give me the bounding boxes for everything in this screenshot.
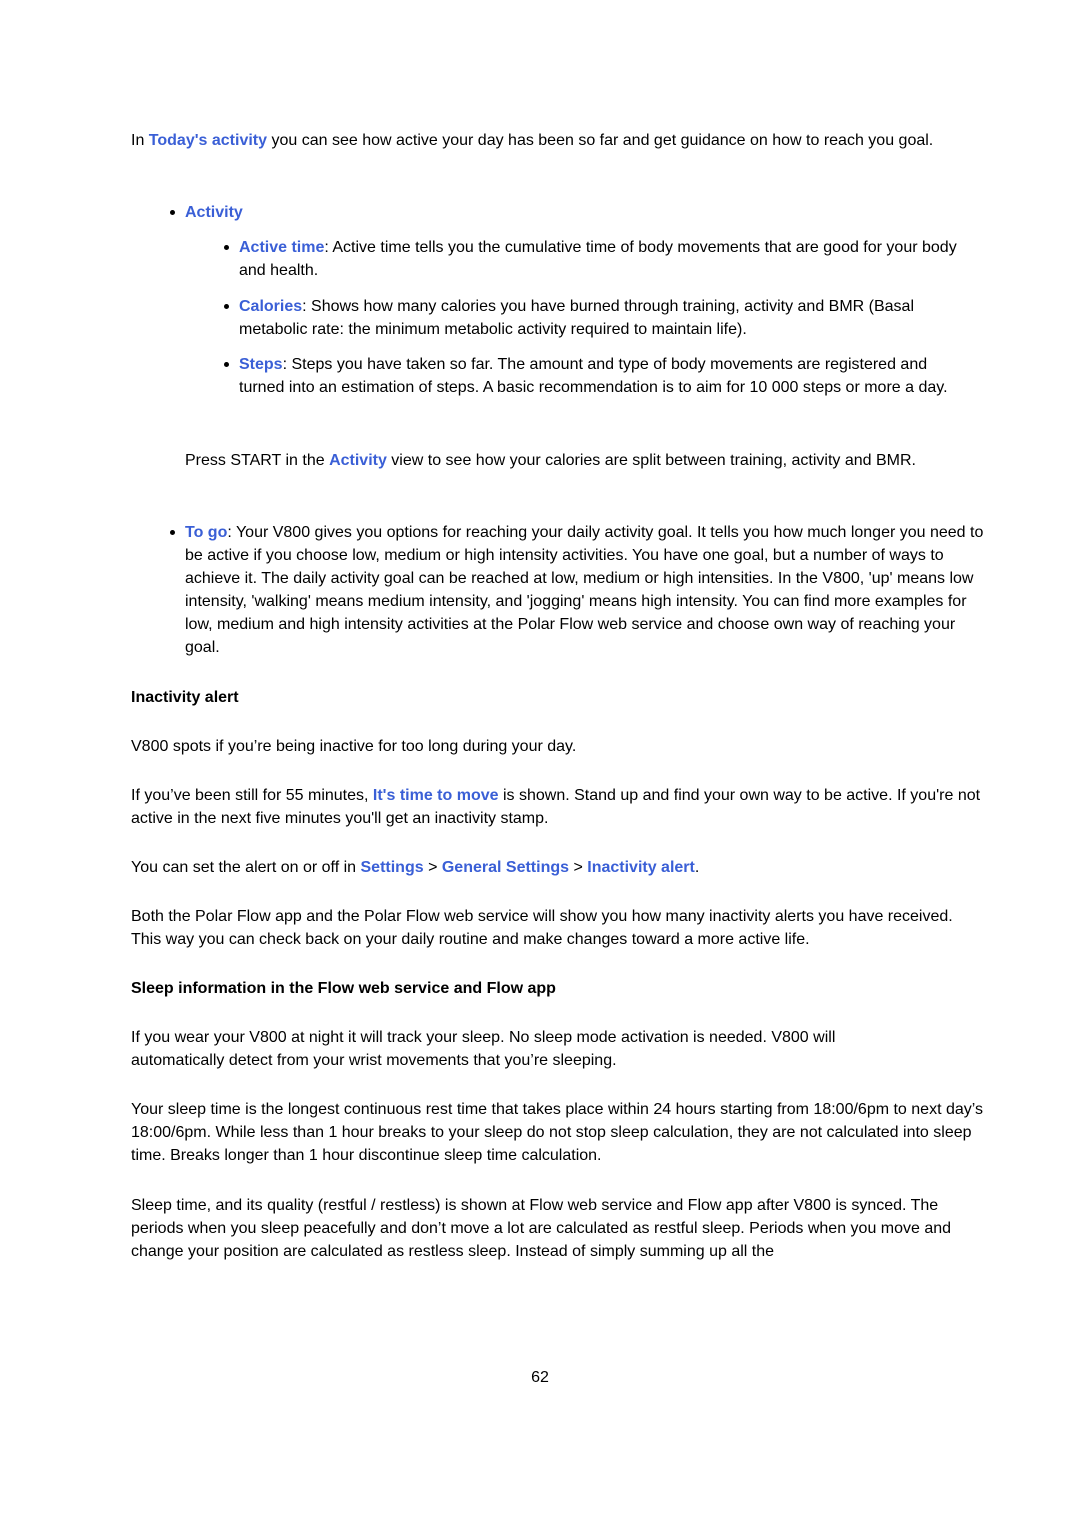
active-time-link[interactable]: Active time	[239, 239, 324, 256]
calories-link[interactable]: Calories	[239, 298, 302, 315]
activity-list-item: Activity	[170, 201, 986, 224]
inactivity-alert-link[interactable]: Inactivity alert	[587, 859, 695, 876]
settings-link[interactable]: Settings	[361, 859, 424, 876]
page-number: 62	[531, 1369, 549, 1386]
activity-heading-link[interactable]: Activity	[185, 204, 243, 221]
steps-link[interactable]: Steps	[239, 356, 283, 373]
calories-item: Calories: Shows how many calories you ha…	[224, 295, 984, 341]
inactivity-paragraph-1: V800 spots if you’re being inactive for …	[131, 738, 577, 755]
activity-note: Press START in the Activity view to see …	[185, 452, 916, 469]
inactivity-paragraph-2: If you’ve been still for 55 minutes, It'…	[131, 787, 981, 827]
inactivity-alert-heading: Inactivity alert	[131, 689, 239, 706]
sleep-information-heading: Sleep information in the Flow web servic…	[131, 980, 556, 997]
active-time-item: Active time: Active time tells you the c…	[224, 236, 984, 282]
sleep-paragraph-1: If you wear your V800 at night it will t…	[131, 1029, 836, 1069]
sleep-paragraph-3: Sleep time, and its quality (restful / r…	[131, 1197, 952, 1260]
inactivity-settings-path: You can set the alert on or off in Setti…	[131, 859, 700, 876]
steps-item: Steps: Steps you have taken so far. The …	[224, 353, 964, 399]
to-go-item: To go: Your V800 gives you options for r…	[170, 521, 986, 659]
to-go-link[interactable]: To go	[185, 524, 227, 541]
activity-view-link[interactable]: Activity	[329, 452, 387, 469]
sleep-paragraph-2: Your sleep time is the longest continuou…	[131, 1101, 984, 1164]
inactivity-paragraph-4: Both the Polar Flow app and the Polar Fl…	[131, 908, 953, 948]
its-time-to-move-link[interactable]: It's time to move	[373, 787, 499, 804]
todays-activity-link[interactable]: Today's activity	[149, 132, 267, 149]
general-settings-link[interactable]: General Settings	[442, 859, 569, 876]
intro-paragraph: In Today's activity you can see how acti…	[131, 132, 934, 149]
